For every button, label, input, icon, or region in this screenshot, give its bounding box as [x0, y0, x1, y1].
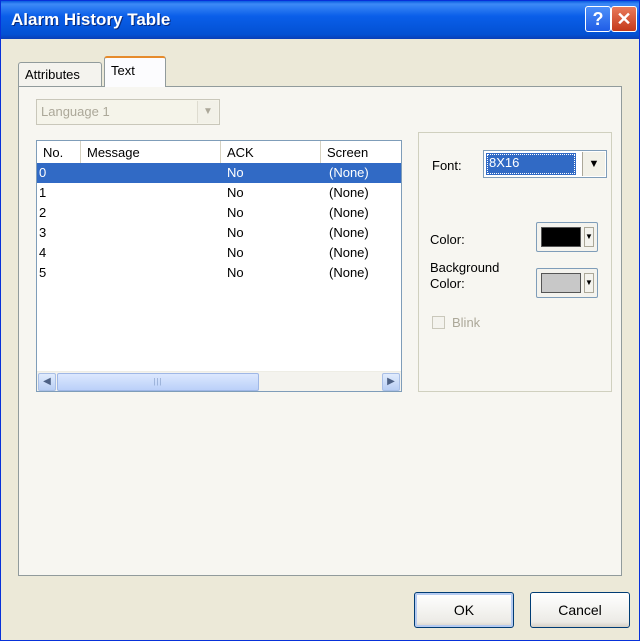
cell-no: 2 [39, 205, 47, 220]
message-list[interactable]: No. Message ACK Screen 0 No (None) 1 No … [36, 140, 402, 392]
cancel-button[interactable]: Cancel [530, 592, 630, 628]
cell-no: 3 [39, 225, 47, 240]
cell-screen: (None) [329, 165, 369, 180]
blink-checkbox [432, 316, 445, 329]
font-value: 8X16 [486, 153, 576, 175]
help-button[interactable]: ? [585, 6, 611, 32]
language-value: Language 1 [41, 104, 110, 119]
list-rows: 0 No (None) 1 No (None) 2 No (None) 3 No… [37, 163, 401, 283]
cell-ack: No [227, 185, 244, 200]
scrollbar-thumb[interactable]: ||| [57, 373, 259, 391]
cell-no: 5 [39, 265, 47, 280]
tab-attributes[interactable]: Attributes [18, 62, 102, 86]
cell-ack: No [227, 265, 244, 280]
column-header-ack[interactable]: ACK [221, 141, 321, 163]
color-label: Color: [430, 232, 465, 247]
background-color-label-line2: Color: [430, 276, 465, 291]
language-select: Language 1 ▼ [36, 99, 220, 125]
window-title: Alarm History Table [11, 10, 171, 29]
blink-label: Blink [452, 315, 481, 330]
background-color-swatch [541, 273, 581, 293]
table-row[interactable]: 2 No (None) [37, 203, 401, 223]
help-icon: ? [592, 9, 604, 29]
cell-no: 0 [39, 165, 47, 180]
horizontal-scrollbar[interactable]: ◀ ||| ▶ [37, 371, 401, 391]
table-row[interactable]: 1 No (None) [37, 183, 401, 203]
table-row[interactable]: 4 No (None) [37, 243, 401, 263]
table-row[interactable]: 0 No (None) [37, 163, 401, 183]
cell-no: 1 [39, 185, 47, 200]
ok-button[interactable]: OK [414, 592, 514, 628]
color-picker-button[interactable]: ▼ [536, 222, 598, 252]
table-row[interactable]: 5 No (None) [37, 263, 401, 283]
cell-screen: (None) [329, 265, 369, 280]
color-swatch [541, 227, 581, 247]
list-header: No. Message ACK Screen [37, 141, 401, 164]
background-color-picker-button[interactable]: ▼ [536, 268, 598, 298]
cell-screen: (None) [329, 185, 369, 200]
column-header-no[interactable]: No. [37, 141, 81, 163]
cell-ack: No [227, 245, 244, 260]
column-header-message[interactable]: Message [81, 141, 221, 163]
chevron-down-icon: ▼ [584, 273, 594, 293]
column-header-screen[interactable]: Screen [321, 141, 401, 163]
cell-ack: No [227, 225, 244, 240]
chevron-down-icon: ▼ [197, 101, 218, 123]
cell-screen: (None) [329, 245, 369, 260]
cell-screen: (None) [329, 225, 369, 240]
cell-no: 4 [39, 245, 47, 260]
font-select[interactable]: 8X16 ▼ [483, 150, 607, 178]
close-icon: ✕ [616, 9, 632, 29]
background-color-label-line1: Background [430, 260, 500, 275]
cell-screen: (None) [329, 205, 369, 220]
table-row[interactable]: 3 No (None) [37, 223, 401, 243]
chevron-down-icon: ▼ [582, 152, 605, 176]
scroll-right-icon[interactable]: ▶ [382, 373, 400, 391]
title-bar: Alarm History Table ? ✕ [1, 1, 639, 39]
chevron-down-icon: ▼ [584, 227, 594, 247]
cell-ack: No [227, 205, 244, 220]
font-label: Font: [432, 158, 462, 173]
cell-ack: No [227, 165, 244, 180]
tab-text[interactable]: Text [104, 56, 166, 87]
close-button[interactable]: ✕ [611, 6, 637, 32]
scroll-left-icon[interactable]: ◀ [38, 373, 56, 391]
